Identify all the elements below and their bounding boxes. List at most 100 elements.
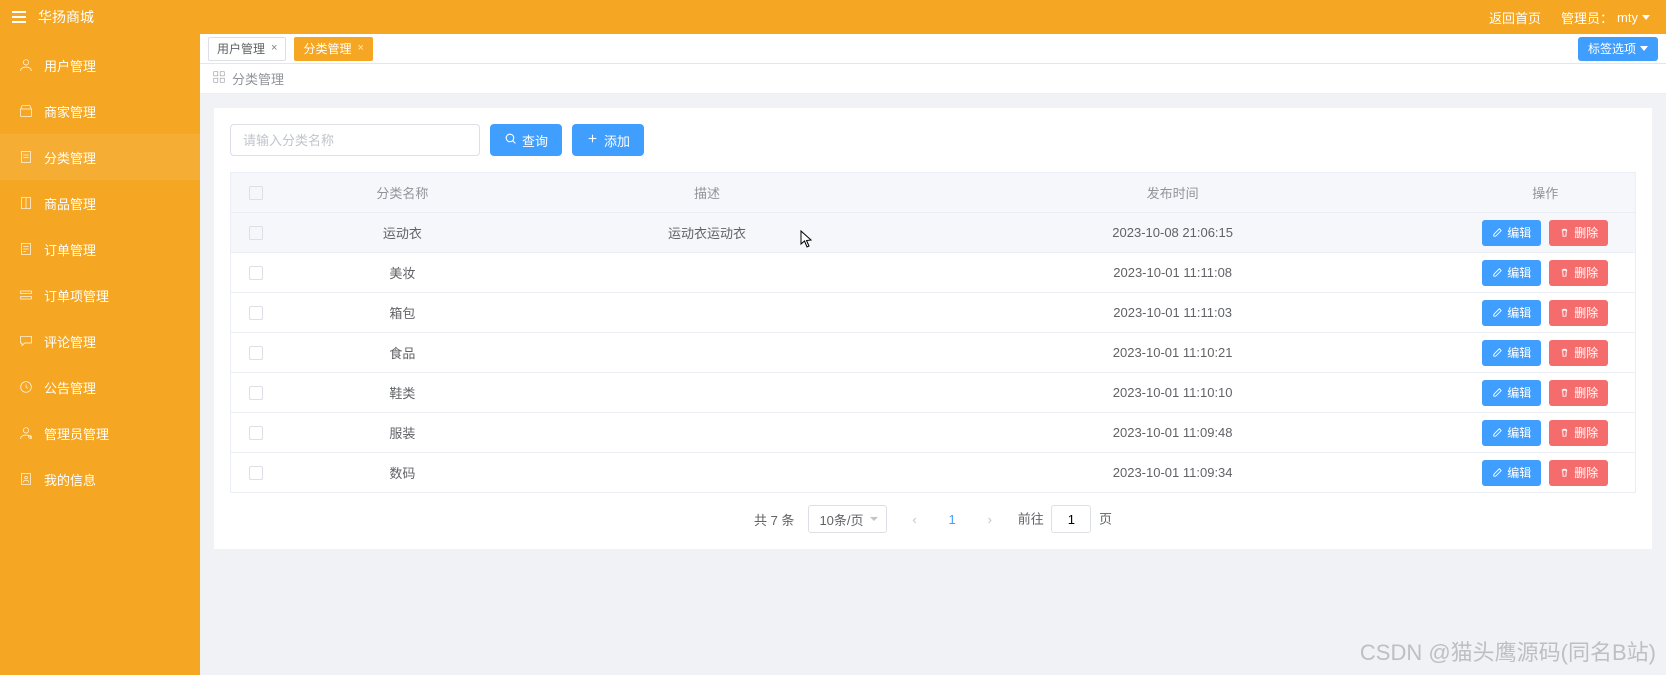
add-button[interactable]: 添加: [572, 124, 644, 156]
admin-name: mty: [1617, 10, 1638, 25]
close-icon[interactable]: ×: [271, 43, 277, 54]
edit-button[interactable]: 编辑: [1482, 220, 1541, 246]
sidebar-item-label: 分类管理: [44, 148, 96, 167]
sidebar-item-label: 用户管理: [44, 56, 96, 75]
query-label: 查询: [522, 131, 548, 150]
sidebar-item-label: 评论管理: [44, 332, 96, 351]
row-checkbox[interactable]: [249, 386, 263, 400]
add-label: 添加: [604, 131, 630, 150]
sidebar-item[interactable]: 用户管理: [0, 42, 200, 88]
page-size-label: 10条/页: [819, 510, 863, 529]
cell-desc: [524, 413, 890, 453]
col-ops: 操作: [1456, 173, 1636, 213]
row-checkbox[interactable]: [249, 266, 263, 280]
tab-options-button[interactable]: 标签选项: [1578, 37, 1658, 61]
row-checkbox[interactable]: [249, 306, 263, 320]
sidebar: 华扬商城 用户管理商家管理分类管理商品管理订单管理订单项管理评论管理公告管理管理…: [0, 0, 200, 675]
goto-input[interactable]: [1051, 505, 1091, 533]
chevron-down-icon: [870, 517, 878, 521]
brand-title: 华扬商城: [38, 7, 94, 27]
sidebar-item[interactable]: 评论管理: [0, 318, 200, 364]
sidebar-item-label: 公告管理: [44, 378, 96, 397]
search-icon: [504, 132, 517, 148]
sidebar-item[interactable]: 订单管理: [0, 226, 200, 272]
edit-button[interactable]: 编辑: [1482, 460, 1541, 486]
delete-button[interactable]: 删除: [1549, 340, 1608, 366]
cell-time: 2023-10-01 11:09:48: [890, 413, 1456, 453]
edit-button[interactable]: 编辑: [1482, 380, 1541, 406]
table-row: 鞋类 2023-10-01 11:10:10 编辑删除: [231, 373, 1636, 413]
goto-suffix: 页: [1099, 512, 1112, 527]
sidebar-item-label: 商家管理: [44, 102, 96, 121]
home-link[interactable]: 返回首页: [1489, 8, 1541, 27]
goto-prefix: 前往: [1018, 512, 1044, 527]
next-page-button[interactable]: ›: [976, 505, 1004, 533]
search-input[interactable]: [230, 124, 480, 156]
row-checkbox[interactable]: [249, 346, 263, 360]
delete-button[interactable]: 删除: [1549, 460, 1608, 486]
cell-name: 运动衣: [281, 213, 525, 253]
tabs-row: 用户管理× 分类管理 × 标签选项: [200, 34, 1666, 64]
sidebar-item[interactable]: 商品管理: [0, 180, 200, 226]
query-button[interactable]: 查询: [490, 124, 562, 156]
select-all-checkbox[interactable]: [249, 186, 263, 200]
row-checkbox[interactable]: [249, 226, 263, 240]
sidebar-item-label: 订单项管理: [44, 286, 109, 305]
sidebar-item[interactable]: 分类管理: [0, 134, 200, 180]
tab-label: 分类管理: [303, 40, 351, 57]
sidebar-item[interactable]: 我的信息: [0, 456, 200, 502]
row-checkbox[interactable]: [249, 466, 263, 480]
page-size-select[interactable]: 10条/页: [808, 505, 886, 533]
sidebar-item[interactable]: 商家管理: [0, 88, 200, 134]
cell-name: 鞋类: [281, 373, 525, 413]
table-row: 食品 2023-10-01 11:10:21 编辑删除: [231, 333, 1636, 373]
cell-time: 2023-10-01 11:11:08: [890, 253, 1456, 293]
cell-name: 美妆: [281, 253, 525, 293]
sidebar-item[interactable]: 管理员管理: [0, 410, 200, 456]
delete-button[interactable]: 删除: [1549, 380, 1608, 406]
cell-time: 2023-10-01 11:10:21: [890, 333, 1456, 373]
table-row: 服装 2023-10-01 11:09:48 编辑删除: [231, 413, 1636, 453]
delete-button[interactable]: 删除: [1549, 220, 1608, 246]
toolbar: 查询 添加: [230, 124, 1636, 156]
edit-button[interactable]: 编辑: [1482, 300, 1541, 326]
order-icon: [18, 241, 34, 257]
table-row: 美妆 2023-10-01 11:11:08 编辑删除: [231, 253, 1636, 293]
breadcrumb: 分类管理: [200, 64, 1666, 94]
row-checkbox[interactable]: [249, 426, 263, 440]
sidebar-item[interactable]: 订单项管理: [0, 272, 200, 318]
user-dropdown[interactable]: 管理员： mty: [1561, 8, 1650, 27]
delete-button[interactable]: 删除: [1549, 300, 1608, 326]
delete-button[interactable]: 删除: [1549, 260, 1608, 286]
edit-button[interactable]: 编辑: [1482, 260, 1541, 286]
tab-options-label: 标签选项: [1588, 40, 1636, 57]
delete-button[interactable]: 删除: [1549, 420, 1608, 446]
tabs: 用户管理× 分类管理 ×: [208, 37, 373, 61]
cell-desc: 运动衣运动衣: [524, 213, 890, 253]
cell-time: 2023-10-01 11:11:03: [890, 293, 1456, 333]
tab[interactable]: 用户管理×: [208, 37, 286, 61]
edit-button[interactable]: 编辑: [1482, 420, 1541, 446]
sidebar-header: 华扬商城: [0, 0, 200, 34]
cell-time: 2023-10-01 11:10:10: [890, 373, 1456, 413]
table-row: 箱包2023-10-01 11:11:03编辑删除: [231, 293, 1636, 333]
hamburger-icon[interactable]: [12, 11, 26, 23]
edit-button[interactable]: 编辑: [1482, 340, 1541, 366]
admin-icon: [18, 425, 34, 441]
cell-name: 食品: [281, 333, 525, 373]
breadcrumb-text: 分类管理: [232, 69, 284, 88]
close-icon[interactable]: ×: [357, 43, 363, 54]
col-desc: 描述: [524, 173, 890, 213]
total-text: 共 7 条: [754, 510, 794, 529]
cell-time: 2023-10-01 11:09:34: [890, 453, 1456, 493]
chevron-down-icon: [1642, 15, 1650, 20]
page-number[interactable]: 1: [943, 512, 962, 527]
prev-page-button[interactable]: ‹: [901, 505, 929, 533]
category-table: 分类名称 描述 发布时间 操作 运动衣运动衣运动衣2023-10-08 21:0…: [230, 172, 1636, 493]
grid-icon: [212, 70, 226, 87]
tab[interactable]: 分类管理 ×: [294, 37, 372, 61]
cell-name: 服装: [281, 413, 525, 453]
sidebar-item[interactable]: 公告管理: [0, 364, 200, 410]
user-icon: [18, 57, 34, 73]
cell-name: 数码: [281, 453, 525, 493]
